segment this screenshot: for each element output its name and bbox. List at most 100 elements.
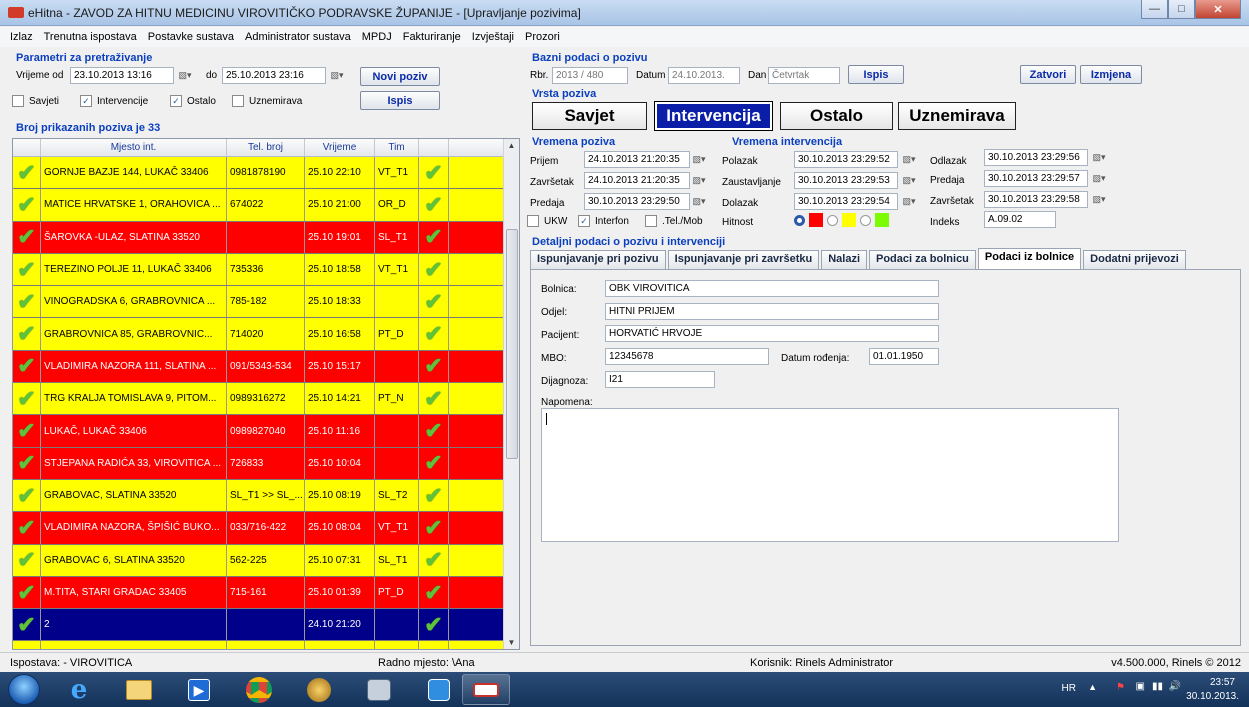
- table-row[interactable]: ✔ VLADIMIRA NAZORA, ŠPIŠIĆ BUKO... 033/716…: [13, 512, 519, 545]
- row-team[interactable]: VT_T1: [375, 641, 419, 649]
- row-team[interactable]: SL_T1: [375, 221, 419, 253]
- indeks-field[interactable]: A.09.02: [984, 211, 1056, 228]
- filter-ostalo-checkbox[interactable]: ✓ Ostalo: [170, 95, 216, 107]
- edit-button[interactable]: Izmjena: [1080, 65, 1142, 84]
- menu-item-izlaz[interactable]: Izlaz: [10, 31, 33, 43]
- row-team[interactable]: [375, 286, 419, 318]
- row-team[interactable]: OR_D: [375, 189, 419, 221]
- row-phone[interactable]: 785-182: [227, 286, 305, 318]
- language-indicator[interactable]: HR: [1062, 683, 1076, 694]
- row-team[interactable]: PT_D: [375, 318, 419, 350]
- calendar-dropdown-icon[interactable]: ▧▾: [690, 194, 708, 209]
- row-phone[interactable]: 033/716-422: [227, 512, 305, 544]
- print-call-button[interactable]: Ispis: [848, 65, 904, 84]
- row-team[interactable]: [375, 350, 419, 383]
- predaja-field[interactable]: 30.10.2013 23:29:50: [584, 193, 690, 210]
- internet-explorer-icon[interactable]: e: [52, 674, 106, 705]
- row-time[interactable]: 25.10 16:58: [305, 318, 375, 350]
- tab-ispunjavanje-pri-zavrsetku[interactable]: Ispunjavanje pri završetku: [667, 250, 820, 269]
- device-icon[interactable]: ▣: [1136, 681, 1145, 692]
- zavrsetak2-field[interactable]: 30.10.2013 23:29:58: [984, 191, 1088, 208]
- row-team[interactable]: VT_T1: [375, 253, 419, 286]
- menu-item-fakturiranje[interactable]: Fakturiranje: [403, 31, 461, 43]
- table-row[interactable]: ✔ MATICE HRVATSKE 1, ORAHOVICA ... 674022 2…: [13, 189, 519, 222]
- row-place[interactable]: STJEPANA RADIĆA 33, VIROVITICA ...: [41, 447, 227, 479]
- interfon-checkbox[interactable]: ✓ Interfon: [578, 215, 629, 227]
- row-place[interactable]: TRG KRALJA TOMISLAVA 9, PITOM...: [41, 383, 227, 415]
- row-place[interactable]: M.TITA, STARI GRADAC 33405: [41, 576, 227, 609]
- row-phone[interactable]: 735336: [227, 253, 305, 286]
- radio-selected-icon[interactable]: [794, 214, 805, 226]
- calendar-dropdown-icon[interactable]: ▧▾: [1090, 171, 1108, 186]
- mbo-field[interactable]: 12345678: [605, 348, 769, 365]
- row-team[interactable]: PT_N: [375, 383, 419, 415]
- urgency-selector[interactable]: [794, 213, 889, 227]
- day-field[interactable]: Četvrtak: [768, 67, 840, 84]
- row-phone[interactable]: [227, 609, 305, 641]
- row-phone[interactable]: 775-359: [227, 641, 305, 649]
- ukw-checkbox[interactable]: UKW: [527, 215, 567, 227]
- zavrsetak-field[interactable]: 24.10.2013 21:20:35: [584, 172, 690, 189]
- row-team[interactable]: PT_D: [375, 576, 419, 609]
- row-place[interactable]: TEREZINO POLJE 11, LUKAČ 33406: [41, 253, 227, 286]
- row-team[interactable]: [375, 609, 419, 641]
- row-phone[interactable]: SL_T1 >> SL_...: [227, 479, 305, 512]
- row-time[interactable]: 25.10 15:17: [305, 350, 375, 383]
- odlazak-field[interactable]: 30.10.2013 23:29:56: [984, 149, 1088, 166]
- new-call-button[interactable]: Novi poziv: [360, 67, 440, 86]
- row-place[interactable]: GORNJE BAZJE 144, LUKAČ 33406: [41, 157, 227, 189]
- row-time[interactable]: 24.10 21:20: [305, 609, 375, 641]
- header-team[interactable]: Tim: [375, 139, 419, 156]
- menu-item-administrator-sustava[interactable]: Administrator sustava: [245, 31, 351, 43]
- type-uznemirava-button[interactable]: Uznemirava: [898, 102, 1016, 130]
- row-time[interactable]: 25.10 22:10: [305, 157, 375, 189]
- row-phone[interactable]: 0989316272: [227, 383, 305, 415]
- to-date-field[interactable]: 25.10.2013 23:16: [222, 67, 326, 84]
- row-team[interactable]: SL_T2: [375, 479, 419, 512]
- row-time[interactable]: 25.10 08:04: [305, 512, 375, 544]
- row-place[interactable]: GRABOVAC, SLATINA 33520: [41, 479, 227, 512]
- rbr-field[interactable]: 2013 / 480: [552, 67, 628, 84]
- row-phone[interactable]: 562-225: [227, 544, 305, 576]
- tab-dodatni-prijevozi[interactable]: Dodatni prijevozi: [1083, 250, 1186, 269]
- tab-ispunjavanje-pri-pozivu[interactable]: Ispunjavanje pri pozivu: [530, 250, 666, 269]
- type-intervencija-button[interactable]: Intervencija: [654, 101, 773, 131]
- row-place[interactable]: DETKOVAC, GRADINA 33411: [41, 641, 227, 649]
- filter-uznemirava-checkbox[interactable]: Uznemirava: [232, 95, 302, 107]
- row-time[interactable]: 25.10 19:01: [305, 221, 375, 253]
- table-row[interactable]: ✔ VLADIMIRA NAZORA 111, SLATINA ... 091/53…: [13, 350, 519, 384]
- ehitna-taskbar-button[interactable]: [462, 674, 510, 705]
- from-date-field[interactable]: 23.10.2013 13:16: [70, 67, 174, 84]
- header-phone[interactable]: Tel. broj: [227, 139, 305, 156]
- calendar-dropdown-icon[interactable]: ▧▾: [900, 194, 918, 209]
- row-place[interactable]: ŠAROVKA -ULAZ, SLATINA 33520: [41, 221, 227, 253]
- header-time[interactable]: Vrijeme: [305, 139, 375, 156]
- maximize-icon[interactable]: □: [1168, 0, 1195, 19]
- table-row[interactable]: ✔ TRG KRALJA TOMISLAVA 9, PITOM... 0989316…: [13, 383, 519, 416]
- table-row[interactable]: ✔ 2 24.10 21:20 ✔: [13, 609, 519, 642]
- radio-icon[interactable]: [827, 214, 838, 226]
- signal-icon[interactable]: ▮▮: [1152, 681, 1163, 692]
- calendar-dropdown-icon[interactable]: ▧▾: [900, 152, 918, 167]
- menu-item-mpdj[interactable]: MPDJ: [362, 31, 392, 43]
- calendar-dropdown-icon[interactable]: ▧▾: [900, 173, 918, 188]
- media-player-icon[interactable]: ▶: [172, 674, 226, 705]
- header-place[interactable]: Mjesto int.: [41, 139, 227, 156]
- date-field[interactable]: 24.10.2013.: [668, 67, 740, 84]
- row-phone[interactable]: 0989827040: [227, 415, 305, 447]
- calendar-dropdown-icon[interactable]: ▧▾: [690, 173, 708, 188]
- row-team[interactable]: VT_T1: [375, 157, 419, 189]
- calendar-dropdown-icon[interactable]: ▧▾: [176, 68, 194, 83]
- chrome-icon[interactable]: [232, 674, 286, 705]
- sync-app-icon[interactable]: [412, 674, 466, 705]
- calendar-dropdown-icon[interactable]: ▧▾: [690, 152, 708, 167]
- tel-mob-checkbox[interactable]: .Tel./Mob: [645, 215, 703, 227]
- predaja2-field[interactable]: 30.10.2013 23:29:57: [984, 170, 1088, 187]
- table-row[interactable]: ✔ M.TITA, STARI GRADAC 33405 715-161 25.10 …: [13, 576, 519, 610]
- filter-intervencije-checkbox[interactable]: ✓ Intervencije: [80, 95, 148, 107]
- tab-podaci-iz-bolnice[interactable]: Podaci iz bolnice: [977, 248, 1082, 269]
- menu-item-izvjestaji[interactable]: Izvještaji: [472, 31, 514, 43]
- note-textarea[interactable]: [541, 408, 1119, 542]
- type-ostalo-button[interactable]: Ostalo: [780, 102, 893, 130]
- table-row[interactable]: ✔ ŠAROVKA -ULAZ, SLATINA 33520 25.10 19:01…: [13, 221, 519, 254]
